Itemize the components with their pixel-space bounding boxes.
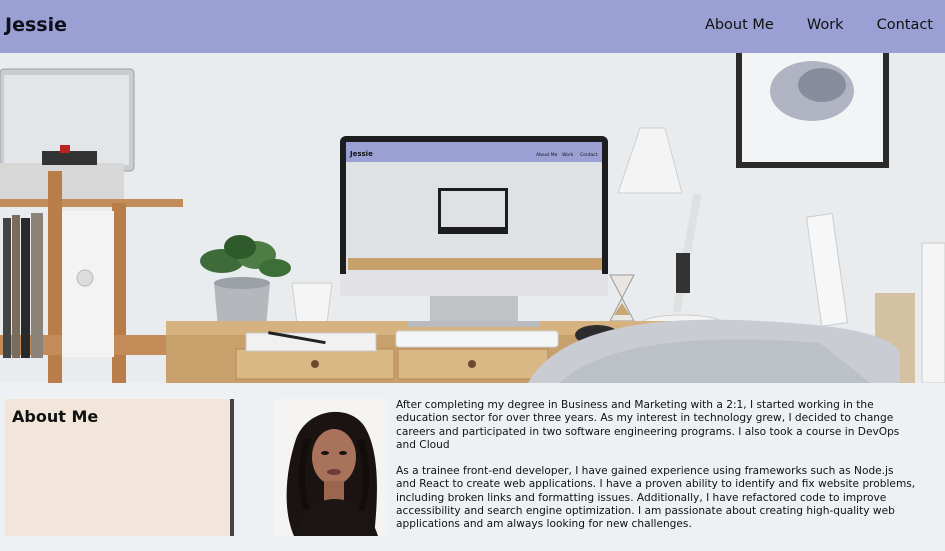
bio-paragraph-2: As a trainee front-end developer, I have… xyxy=(396,465,916,531)
screen-nav-about: About Me xyxy=(536,152,558,158)
about-me-heading: About Me xyxy=(12,407,99,426)
nav-link-work[interactable]: Work xyxy=(807,17,844,33)
about-me-card: About Me xyxy=(5,399,234,536)
framed-art-icon xyxy=(736,53,889,168)
profile-photo xyxy=(274,399,388,536)
site-header: Jessie About Me Work Contact xyxy=(0,0,945,53)
record-player-icon xyxy=(0,68,135,199)
desk-scene-illustration: Jessie About Me Work Contact xyxy=(0,53,945,383)
main-nav: About Me Work Contact xyxy=(705,17,933,33)
screen-nav-contact: Contact xyxy=(580,152,598,158)
site-brand[interactable]: Jessie xyxy=(5,14,67,36)
about-me-bio: After completing my degree in Business a… xyxy=(396,399,916,545)
screen-nav-work: Work xyxy=(562,152,574,158)
bio-paragraph-1: After completing my degree in Business a… xyxy=(396,399,900,451)
nav-link-about-me[interactable]: About Me xyxy=(705,17,774,33)
paper-roll-right-icon xyxy=(921,242,945,383)
screen-brand: Jessie xyxy=(349,150,373,158)
avatar xyxy=(274,399,388,536)
keyboard-icon xyxy=(395,330,559,348)
hero-image: Jessie About Me Work Contact xyxy=(0,53,945,383)
nav-link-contact[interactable]: Contact xyxy=(877,17,933,33)
notebook-icon xyxy=(245,332,377,352)
